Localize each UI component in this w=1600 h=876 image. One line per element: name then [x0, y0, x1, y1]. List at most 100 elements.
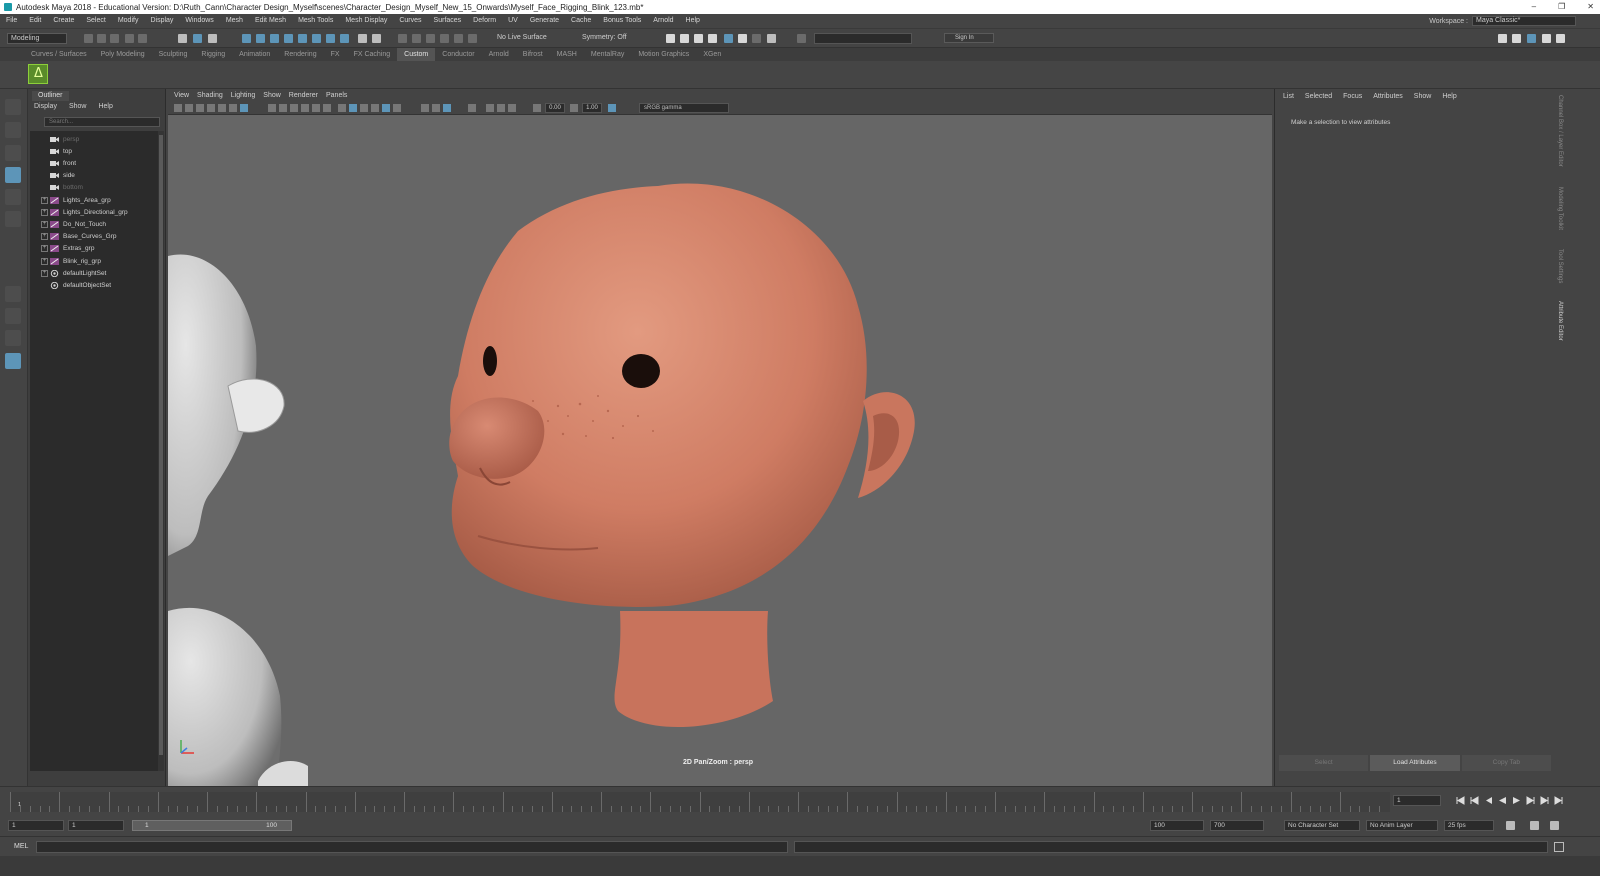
save-scene-icon[interactable]: [110, 34, 119, 43]
menu-surfaces[interactable]: Surfaces: [428, 17, 468, 24]
expand-icon[interactable]: +: [41, 233, 48, 241]
symmetry-label[interactable]: Symmetry: Off: [582, 34, 627, 41]
shelf-tab-bifrost[interactable]: Bifrost: [516, 51, 550, 58]
outliner-item[interactable]: top: [30, 145, 158, 157]
motion-blur-icon[interactable]: [432, 104, 440, 112]
load-attributes-button[interactable]: Load Attributes: [1370, 755, 1460, 771]
outliner-item[interactable]: front: [30, 157, 158, 169]
outliner-item[interactable]: persp: [30, 133, 158, 145]
menu-help[interactable]: Help: [680, 17, 706, 24]
redo-icon[interactable]: [138, 34, 147, 43]
snap-together-icon[interactable]: [340, 34, 349, 43]
outliner-item[interactable]: + Base_Curves_Grp: [30, 231, 158, 243]
shelf-tab-poly-modeling[interactable]: Poly Modeling: [94, 51, 152, 58]
workspace-dropdown[interactable]: Maya Classic*: [1472, 16, 1576, 26]
live-surface-label[interactable]: No Live Surface: [497, 34, 547, 41]
minimize-button[interactable]: –: [1532, 2, 1536, 11]
shelf-tab-arnold[interactable]: Arnold: [482, 51, 516, 58]
shelf-tab-motion-graphics[interactable]: Motion Graphics: [631, 51, 696, 58]
panel-layout-icon[interactable]: [797, 34, 806, 43]
gate-mask-icon[interactable]: [290, 104, 298, 112]
camera-select-icon[interactable]: [174, 104, 182, 112]
four-view-layout-icon[interactable]: [5, 308, 21, 324]
outliner-item[interactable]: side: [30, 170, 158, 182]
menu-display[interactable]: Display: [144, 17, 179, 24]
step-back-icon[interactable]: [1470, 796, 1479, 805]
wireframe-icon[interactable]: [338, 104, 346, 112]
persp-outliner-layout-icon[interactable]: [5, 330, 21, 346]
snap-curve-icon[interactable]: [256, 34, 265, 43]
menu-file[interactable]: File: [0, 17, 23, 24]
default-material-icon[interactable]: [360, 104, 368, 112]
arnold-render-icon[interactable]: [738, 34, 747, 43]
menu-bonus-tools[interactable]: Bonus Tools: [597, 17, 647, 24]
character-set-dropdown[interactable]: No Character Set: [1284, 820, 1360, 831]
step-forward-key-icon[interactable]: [1526, 796, 1535, 805]
outliner-item[interactable]: + Blink_rig_grp: [30, 255, 158, 267]
side-tab-attribute-editor[interactable]: Attribute Editor: [1557, 301, 1563, 341]
outliner-item[interactable]: + Lights_Directional_grp: [30, 206, 158, 218]
range-bar[interactable]: 1 100: [132, 820, 292, 831]
menu-edit-mesh[interactable]: Edit Mesh: [249, 17, 292, 24]
quick-select-field[interactable]: [814, 33, 912, 44]
animation-start-field[interactable]: 1: [8, 820, 64, 831]
grease-pencil-icon[interactable]: [229, 104, 237, 112]
use-all-lights-icon[interactable]: [382, 104, 390, 112]
paint-select-icon[interactable]: [5, 145, 21, 161]
outliner-item[interactable]: + Lights_Area_grp: [30, 194, 158, 206]
single-perspective-layout-icon[interactable]: [5, 286, 21, 302]
viewport-menu-panels[interactable]: Panels: [326, 92, 347, 99]
grid-toggle-icon[interactable]: [240, 104, 248, 112]
snap-pivot-icon[interactable]: [326, 34, 335, 43]
outliner-scroll-thumb[interactable]: [159, 135, 163, 755]
construction-history-icon[interactable]: [372, 34, 381, 43]
menu-edit[interactable]: Edit: [23, 17, 47, 24]
viewport-menu-lighting[interactable]: Lighting: [231, 92, 256, 99]
undo-icon[interactable]: [125, 34, 134, 43]
go-to-start-icon[interactable]: [1456, 796, 1465, 805]
attribute-menu-list[interactable]: List: [1283, 93, 1294, 100]
ipr-render-icon[interactable]: [454, 34, 463, 43]
anti-aliasing-icon[interactable]: [443, 104, 451, 112]
outliner-menu-help[interactable]: Help: [98, 103, 112, 110]
expand-icon[interactable]: +: [41, 245, 48, 253]
time-ruler[interactable]: 1: [10, 792, 1390, 812]
attribute-menu-attributes[interactable]: Attributes: [1373, 93, 1403, 100]
side-tab-channel-box[interactable]: Channel Box / Layer Editor: [1557, 95, 1563, 167]
ipr-icon[interactable]: [694, 34, 703, 43]
bifrost-icon[interactable]: [28, 64, 48, 84]
mel-label[interactable]: MEL: [14, 843, 28, 850]
image-plane-icon[interactable]: [207, 104, 215, 112]
animation-end-field[interactable]: 700: [1210, 820, 1264, 831]
select-hierarchy-icon[interactable]: [178, 34, 187, 43]
input-ops-icon[interactable]: [398, 34, 407, 43]
human-ik-icon[interactable]: [1512, 34, 1521, 43]
outliner-item[interactable]: bottom: [30, 182, 158, 194]
anim-layer-dropdown[interactable]: No Anim Layer: [1366, 820, 1438, 831]
side-tab-tool-settings[interactable]: Tool Settings: [1557, 249, 1563, 283]
outliner-menu-show[interactable]: Show: [69, 103, 87, 110]
modeling-toolkit-icon[interactable]: [1498, 34, 1507, 43]
menu-select[interactable]: Select: [80, 17, 111, 24]
textured-icon[interactable]: [371, 104, 379, 112]
menu-mesh-tools[interactable]: Mesh Tools: [292, 17, 339, 24]
script-editor-icon[interactable]: [1554, 842, 1564, 852]
shadows-icon[interactable]: [393, 104, 401, 112]
lasso-tool-icon[interactable]: [5, 122, 21, 138]
xray-joints-icon[interactable]: [497, 104, 505, 112]
select-tool-icon[interactable]: [5, 99, 21, 115]
copy-tab-button[interactable]: Copy Tab: [1461, 755, 1551, 771]
outliner-menu-display[interactable]: Display: [34, 103, 57, 110]
attribute-menu-show[interactable]: Show: [1414, 93, 1432, 100]
shelf-tab-animation[interactable]: Animation: [232, 51, 277, 58]
select-button[interactable]: Select: [1279, 755, 1369, 771]
view-transform-dropdown[interactable]: sRGB gamma: [639, 103, 729, 113]
viewport-scene[interactable]: [168, 116, 1272, 786]
menu-create[interactable]: Create: [47, 17, 80, 24]
safe-title-icon[interactable]: [323, 104, 331, 112]
loop-icon[interactable]: [1506, 821, 1515, 830]
outliner-tab[interactable]: Outliner: [32, 91, 69, 101]
outliner-layout-icon[interactable]: [5, 353, 21, 369]
resolution-gate-icon[interactable]: [279, 104, 287, 112]
expand-icon[interactable]: +: [41, 220, 48, 228]
